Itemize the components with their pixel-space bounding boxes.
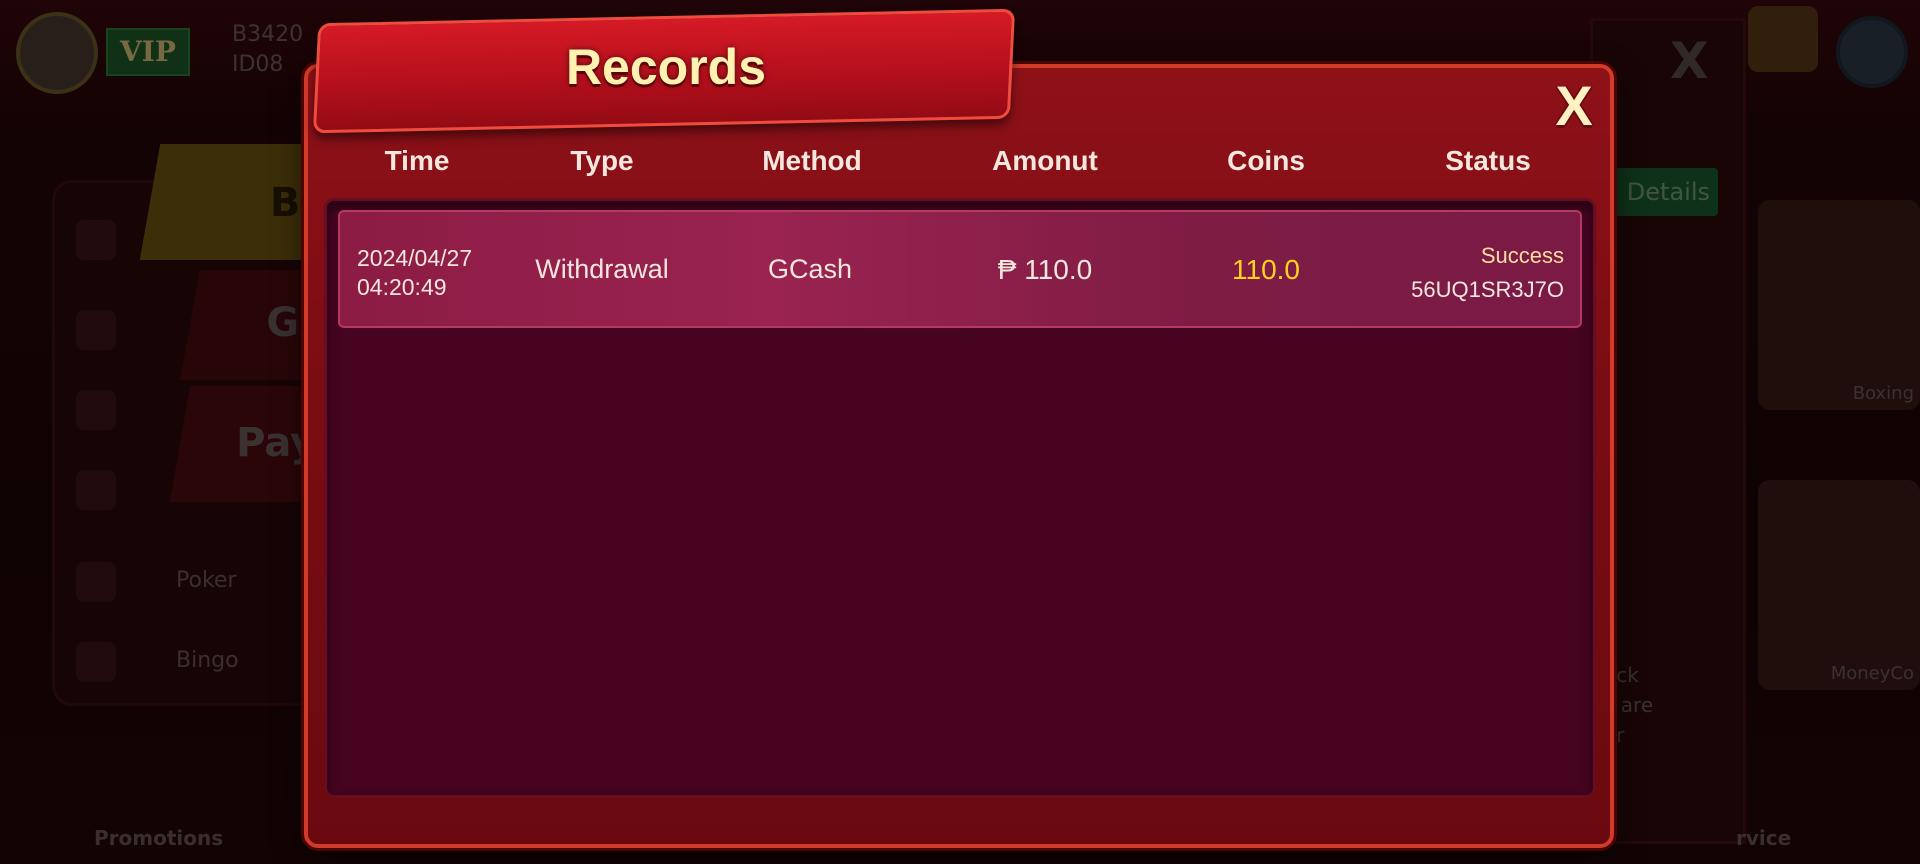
status-badge: Success (1480, 243, 1564, 268)
column-header-time: Time (384, 145, 450, 176)
record-date: 2024/04/27 (357, 245, 473, 271)
column-header-type: Type (570, 145, 634, 176)
record-order-id: 56UQ1SR3J7O (1411, 277, 1564, 302)
close-icon[interactable]: X (1546, 78, 1602, 134)
record-status: Success 56UQ1SR3J7O (1411, 239, 1564, 307)
record-clock: 04:20:49 (357, 274, 447, 300)
modal-title: Records (565, 39, 767, 95)
record-time: 2024/04/27 04:20:49 (357, 244, 472, 302)
record-coins: 110.0 (1232, 254, 1300, 285)
column-header-status: Status (1445, 145, 1531, 176)
record-type: Withdrawal (535, 254, 669, 284)
column-header-amount: Amonut (992, 145, 1098, 176)
record-amount: ₱ 110.0 (997, 254, 1093, 285)
record-method: GCash (767, 254, 853, 284)
column-header-method: Method (762, 145, 862, 176)
column-header-coins: Coins (1227, 145, 1305, 176)
